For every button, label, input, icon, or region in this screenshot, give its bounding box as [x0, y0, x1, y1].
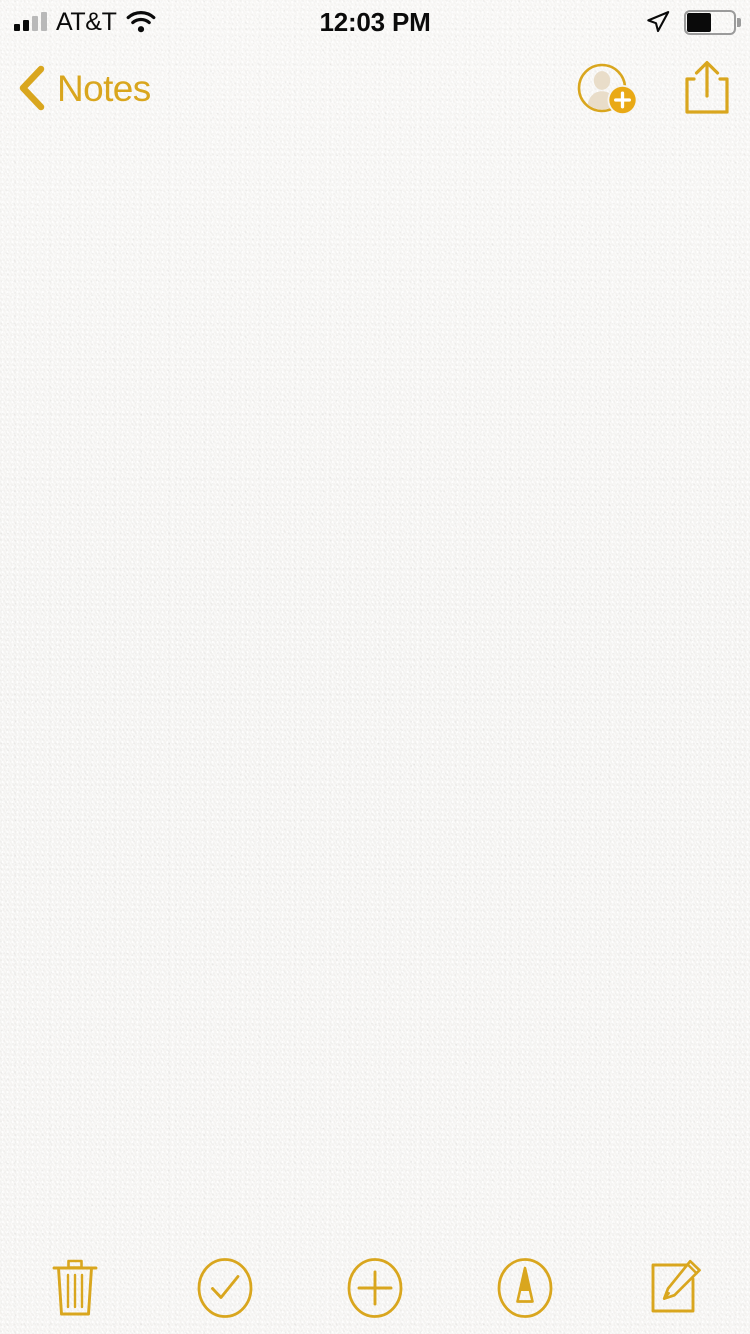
bottom-toolbar: [0, 1242, 750, 1334]
share-icon[interactable]: [682, 59, 732, 117]
location-arrow-icon: [645, 9, 671, 35]
back-button[interactable]: Notes: [16, 44, 151, 132]
navigation-bar: Notes: [0, 44, 750, 132]
note-editor[interactable]: [0, 132, 750, 1242]
markup-pen-icon: [496, 1257, 554, 1319]
status-bar: AT&T 12:03 PM: [0, 0, 750, 44]
status-bar-center: 12:03 PM: [0, 0, 750, 44]
add-person-icon[interactable]: [574, 59, 640, 117]
markup-button[interactable]: [450, 1242, 600, 1334]
battery-icon: [684, 9, 741, 35]
compose-icon: [646, 1258, 704, 1318]
add-button[interactable]: [300, 1242, 450, 1334]
plus-circle-icon: [346, 1257, 404, 1319]
navigation-bar-actions: [574, 44, 732, 132]
status-bar-right: [645, 0, 741, 44]
notes-screen: AT&T 12:03 PM Notes: [0, 0, 750, 1334]
checkmark-circle-icon: [196, 1257, 254, 1319]
checklist-button[interactable]: [150, 1242, 300, 1334]
back-button-label: Notes: [57, 67, 151, 109]
trash-icon: [49, 1257, 101, 1319]
compose-button[interactable]: [600, 1242, 750, 1334]
delete-button[interactable]: [0, 1242, 150, 1334]
clock-label: 12:03 PM: [319, 6, 431, 37]
chevron-left-icon: [16, 64, 48, 112]
